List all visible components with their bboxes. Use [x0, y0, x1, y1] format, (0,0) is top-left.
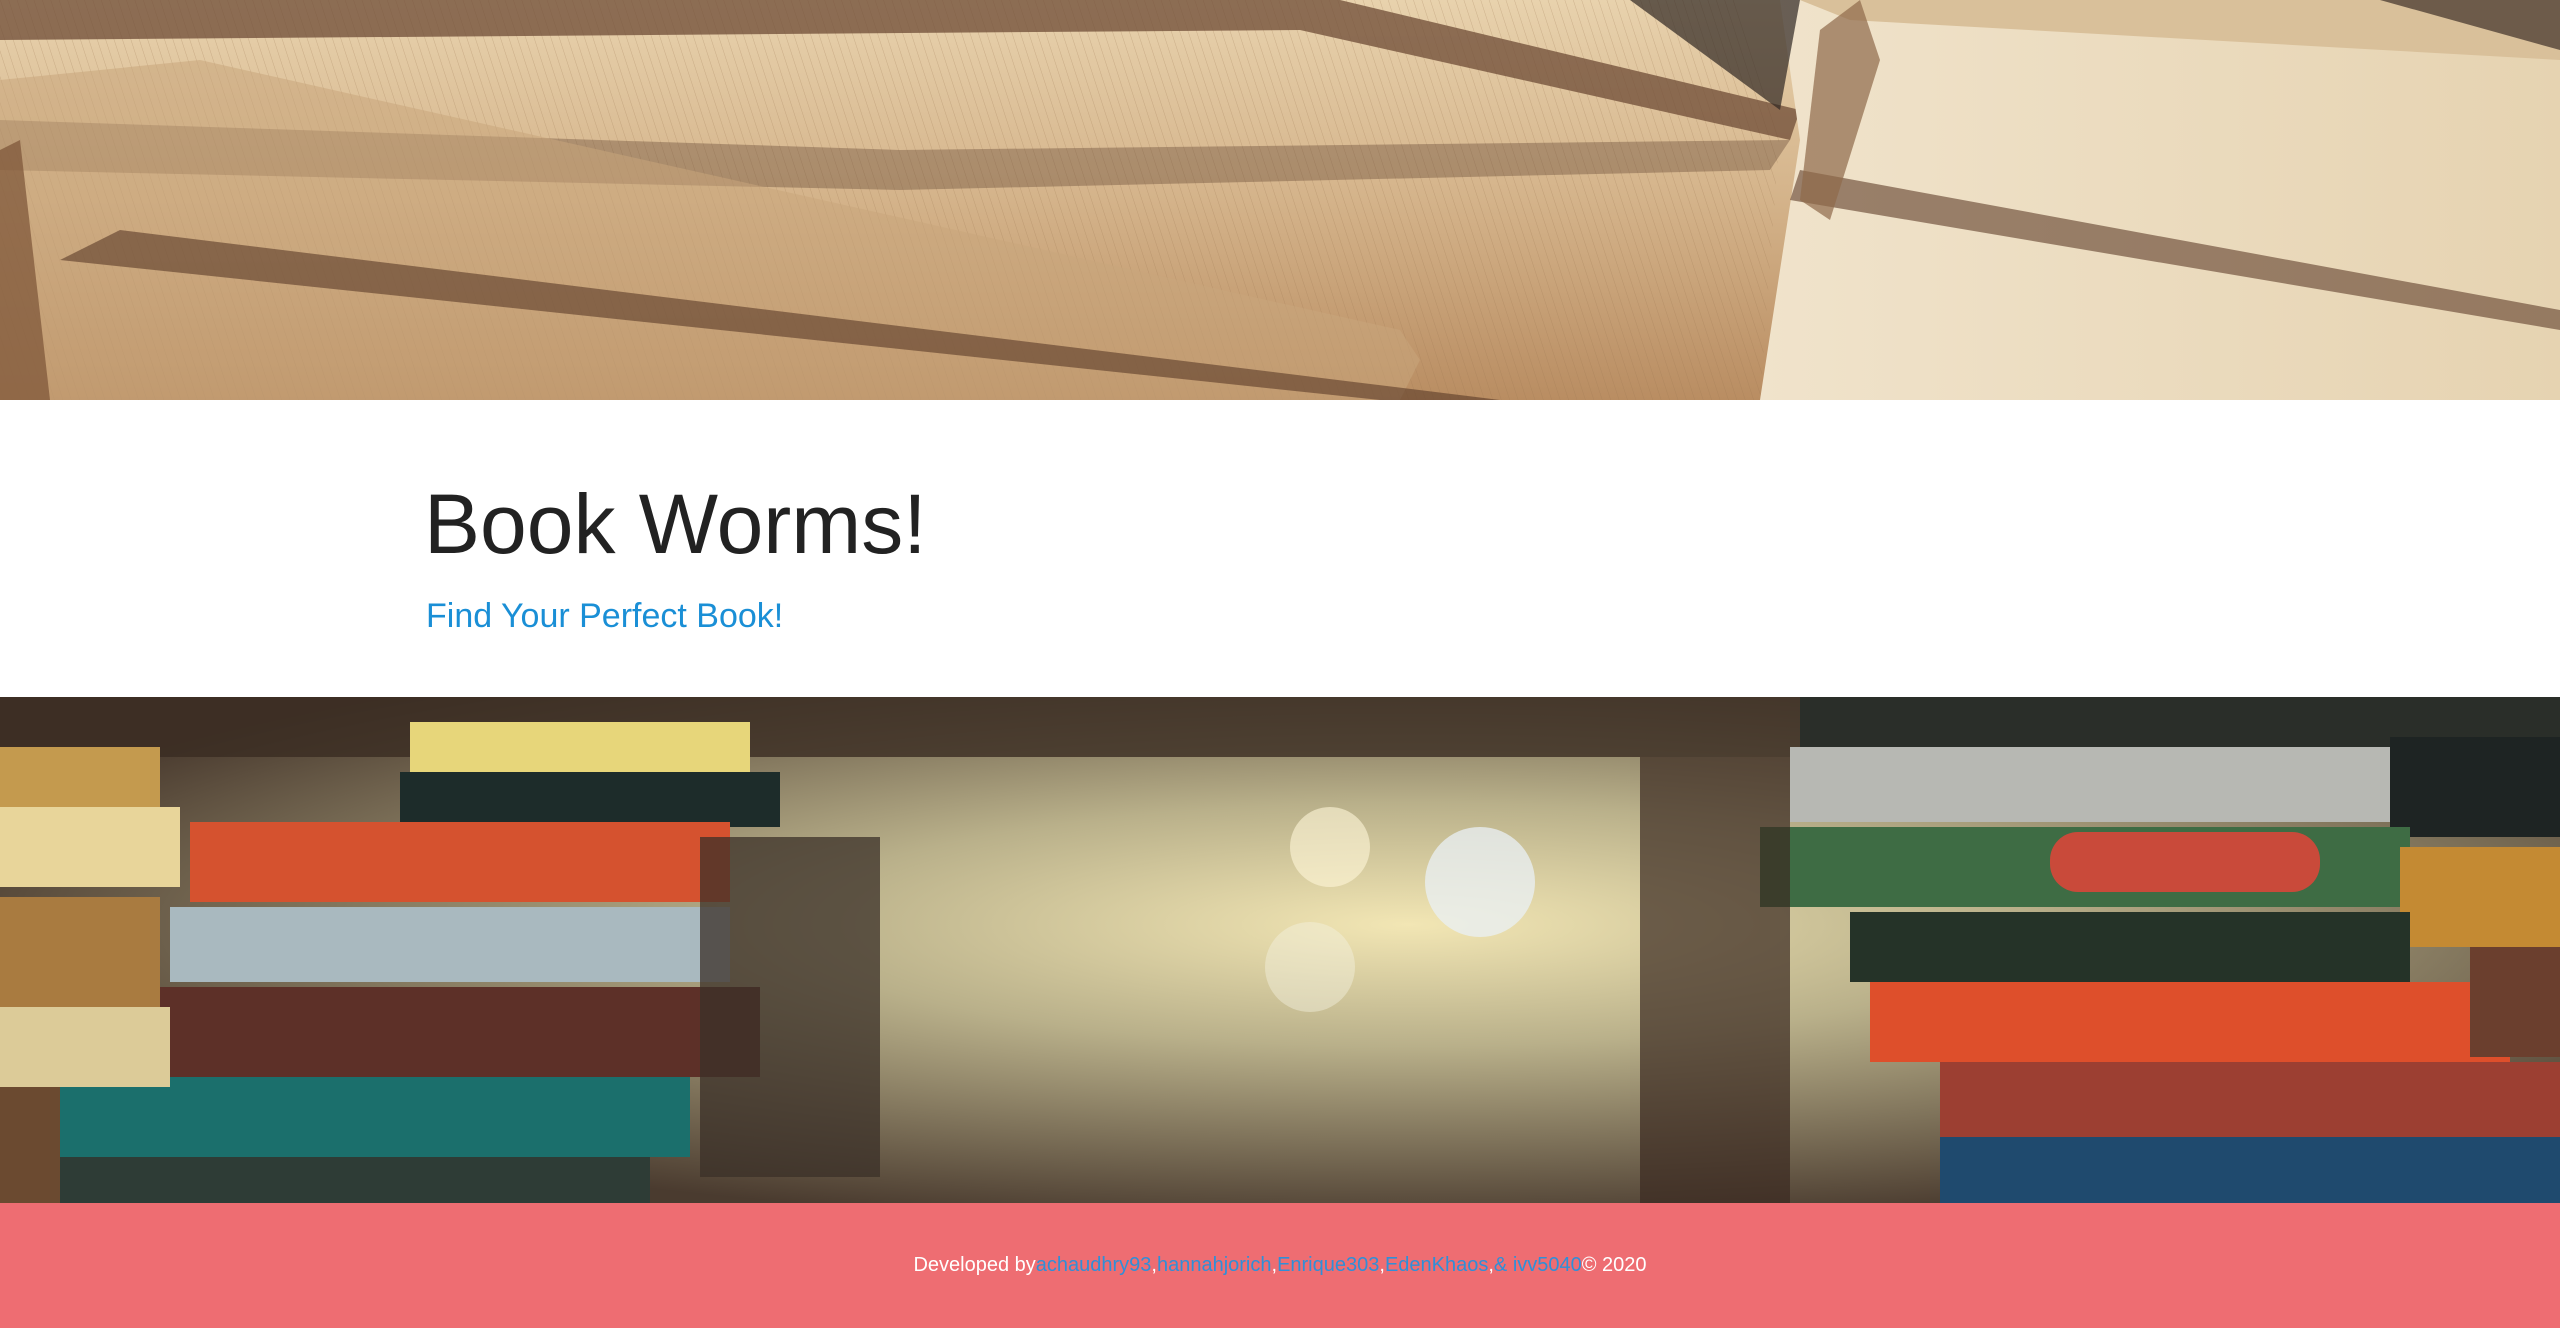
book-pages-illustration: [0, 0, 2560, 400]
library-stacks-illustration: [0, 697, 2560, 1203]
contributor-link-hannahjorich[interactable]: hannahjorich: [1157, 1254, 1272, 1277]
find-book-link[interactable]: Find Your Perfect Book!: [426, 596, 783, 637]
contributor-link-edenkhaos[interactable]: EdenKhaos: [1385, 1254, 1488, 1277]
hero-bottom-image: [0, 697, 2560, 1203]
contributor-link-enrique303[interactable]: Enrique303: [1277, 1254, 1379, 1277]
contributor-link-ivv5040[interactable]: & ivv5040: [1494, 1254, 1582, 1277]
hero-top-image: [0, 0, 2560, 400]
page: Book Worms! Find Your Perfect Book! Deve…: [0, 0, 2560, 1328]
left-book-stack: [0, 722, 880, 1203]
footer-prefix: Developed by: [913, 1254, 1036, 1276]
title-section: Book Worms! Find Your Perfect Book!: [0, 400, 2560, 697]
page-title: Book Worms!: [424, 477, 927, 571]
footer-copyright: © 2020: [1581, 1254, 1647, 1276]
contributor-link-achaudhry93[interactable]: achaudhry93: [1036, 1254, 1152, 1277]
site-footer: Developed by achaudhry93, hannahjorich, …: [0, 1203, 2560, 1328]
